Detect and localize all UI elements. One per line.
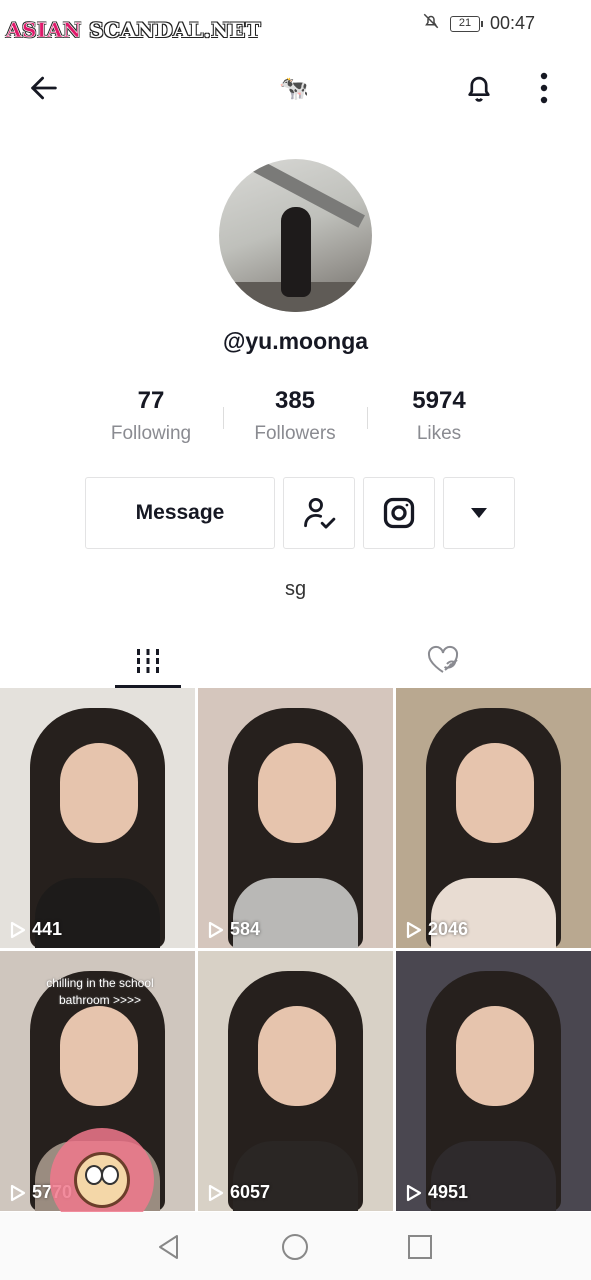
video-tile[interactable]: 2046 xyxy=(396,688,591,948)
username: @yu.moonga xyxy=(222,328,369,354)
sticker-face xyxy=(74,1152,130,1208)
tab-liked[interactable] xyxy=(410,632,476,688)
status-indicators: 21 00:47 xyxy=(422,12,535,35)
more-vertical-icon xyxy=(540,72,548,104)
video-thumbnail-face xyxy=(258,1006,336,1106)
play-icon xyxy=(208,921,224,938)
video-tile[interactable]: 4951 xyxy=(396,951,591,1211)
stat-likes: 5974 Likes xyxy=(367,385,511,445)
system-nav-bar xyxy=(0,1212,591,1280)
bell-icon xyxy=(468,76,490,102)
view-count: 441 xyxy=(32,919,63,939)
avatar[interactable] xyxy=(219,159,372,312)
video-tile[interactable]: 584 xyxy=(198,688,393,948)
video-thumbnail-face xyxy=(456,743,534,843)
watermark: ASIAN SCANDAL.NET xyxy=(6,18,262,43)
user-check-icon xyxy=(304,497,336,529)
grid-bars-icon xyxy=(137,649,159,673)
stat-label: Likes xyxy=(416,423,462,444)
play-icon xyxy=(10,1184,26,1201)
play-count: 4951 xyxy=(406,1182,468,1203)
battery-indicator: 21 xyxy=(449,15,483,32)
square-recents-icon xyxy=(408,1235,432,1259)
stat-value: 5974 xyxy=(412,387,466,414)
video-tile[interactable]: 6057 xyxy=(198,951,393,1211)
watermark-part2: SCANDAL.NET xyxy=(81,18,262,42)
view-count: 4951 xyxy=(428,1182,469,1202)
system-home-button[interactable] xyxy=(278,1230,312,1264)
status-bar: ASIAN SCANDAL.NET 21 00:47 xyxy=(0,0,591,46)
stats-row: 77 Following 385 Followers 5974 Likes xyxy=(79,385,512,445)
play-icon xyxy=(406,921,422,938)
tab-videos[interactable] xyxy=(115,632,181,688)
video-thumbnail-face xyxy=(258,743,336,843)
view-count: 584 xyxy=(230,919,261,939)
system-recents-button[interactable] xyxy=(403,1230,437,1264)
heart-hidden-icon xyxy=(427,645,459,673)
suggestions-dropdown-button[interactable] xyxy=(443,477,515,549)
video-caption-overlay: chilling in the school bathroom >>>> xyxy=(46,976,154,1007)
instagram-button[interactable] xyxy=(363,477,435,549)
avatar-photo-person xyxy=(281,207,311,297)
view-count: 2046 xyxy=(428,919,469,939)
bio: sg xyxy=(284,578,307,600)
video-thumbnail-face xyxy=(60,743,138,843)
back-button[interactable] xyxy=(22,66,66,110)
following-button[interactable] xyxy=(283,477,355,549)
system-back-button[interactable] xyxy=(152,1230,186,1264)
message-button[interactable]: Message xyxy=(85,477,275,549)
triangle-back-icon xyxy=(159,1235,178,1259)
view-count: 6057 xyxy=(230,1182,271,1202)
mute-bell-icon xyxy=(422,12,440,35)
play-icon xyxy=(10,921,26,938)
notifications-button[interactable] xyxy=(457,66,501,110)
profile-tabs xyxy=(0,632,591,688)
play-count: 6057 xyxy=(208,1182,270,1203)
play-count: 584 xyxy=(208,919,260,940)
caret-down-icon xyxy=(471,508,487,518)
stat-value: 385 xyxy=(274,387,316,414)
stat-label: Followers xyxy=(254,423,336,444)
title-emoji: 🐄 xyxy=(279,75,309,102)
more-options-button[interactable] xyxy=(522,66,566,110)
stat-followers[interactable]: 385 Followers xyxy=(223,385,367,445)
watermark-part1: ASIAN xyxy=(6,18,82,43)
play-count: 441 xyxy=(10,919,62,940)
stat-label: Following xyxy=(110,423,192,444)
stat-following[interactable]: 77 Following xyxy=(79,385,223,445)
arrow-left-icon xyxy=(31,76,57,100)
play-icon xyxy=(208,1184,224,1201)
video-tile[interactable]: 441 xyxy=(0,688,195,948)
top-nav: 🐄 xyxy=(0,60,591,116)
profile-actions: Message xyxy=(85,477,515,549)
play-icon xyxy=(406,1184,422,1201)
clock: 00:47 xyxy=(489,13,535,33)
stat-value: 77 xyxy=(137,387,165,414)
instagram-icon xyxy=(383,497,415,529)
play-count: 2046 xyxy=(406,919,468,940)
circle-home-icon xyxy=(282,1234,308,1260)
video-thumbnail-face xyxy=(456,1006,534,1106)
video-thumbnail-face xyxy=(60,1006,138,1106)
